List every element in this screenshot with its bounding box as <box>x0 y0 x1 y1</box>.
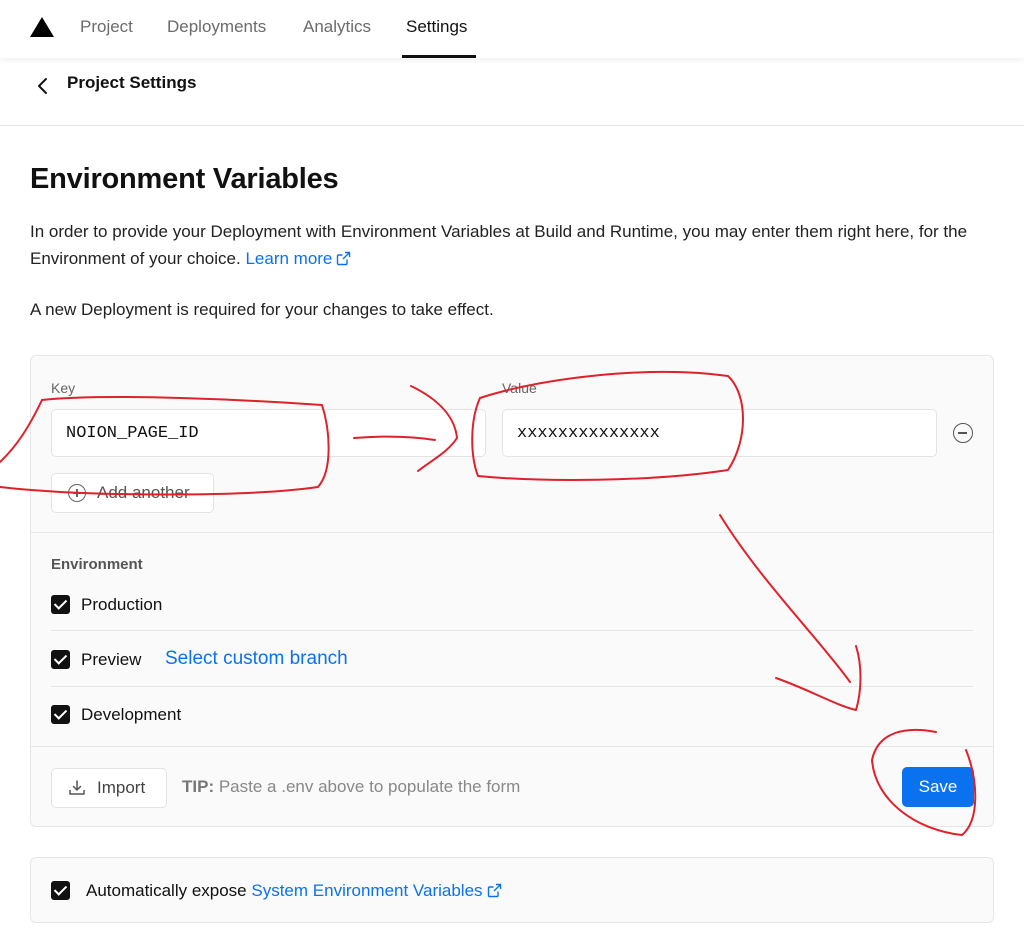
minus-circle-icon[interactable] <box>953 423 973 443</box>
development-checkbox[interactable] <box>51 705 70 724</box>
development-label: Development <box>81 705 182 724</box>
vercel-logo-icon[interactable] <box>30 17 54 37</box>
plus-circle-icon <box>68 484 86 502</box>
environment-heading: Environment <box>51 556 143 573</box>
redeploy-note: A new Deployment is required for your ch… <box>30 300 494 319</box>
production-label: Production <box>81 595 163 614</box>
env-var-form: Key Value Add another Environment Produc… <box>30 355 994 827</box>
add-another-label: Add another <box>97 483 190 502</box>
tab-deployments[interactable]: Deployments <box>167 17 266 37</box>
tip-text: TIP: Paste a .env above to populate the … <box>182 777 521 796</box>
import-label: Import <box>97 778 146 797</box>
select-custom-branch-link[interactable]: Select custom branch <box>165 648 348 670</box>
expose-system-vars-checkbox[interactable] <box>51 881 70 900</box>
tab-settings[interactable]: Settings <box>406 17 467 37</box>
external-link-icon <box>487 883 501 898</box>
import-icon <box>69 780 85 795</box>
production-checkbox[interactable] <box>51 595 70 614</box>
chevron-left-icon[interactable] <box>36 75 50 97</box>
key-input[interactable] <box>51 409 486 457</box>
expose-system-vars-text: Automatically expose System Environment … <box>86 881 502 901</box>
system-env-vars-link[interactable]: System Environment Variables <box>251 881 501 900</box>
tab-analytics[interactable]: Analytics <box>303 17 371 37</box>
divider <box>51 630 973 631</box>
description-text: In order to provide your Deployment with… <box>30 222 968 268</box>
divider <box>31 532 993 533</box>
divider <box>31 746 993 747</box>
preview-label: Preview <box>81 650 142 669</box>
external-link-icon <box>337 251 351 266</box>
value-label: Value <box>502 380 537 396</box>
preview-checkbox[interactable] <box>51 650 70 669</box>
import-button[interactable]: Import <box>51 768 167 808</box>
save-button[interactable]: Save <box>902 767 974 807</box>
section-title: Environment Variables <box>30 163 339 195</box>
add-another-button[interactable]: Add another <box>51 473 214 513</box>
learn-more-link[interactable]: Learn more <box>245 249 351 268</box>
subheader: Project Settings <box>0 58 1024 126</box>
tab-project[interactable]: Project <box>80 17 133 37</box>
top-nav: Project Deployments Analytics Settings <box>0 0 1024 58</box>
page-title: Project Settings <box>67 73 197 92</box>
section-description: In order to provide your Deployment with… <box>30 218 1000 272</box>
divider <box>51 686 973 687</box>
key-label: Key <box>51 380 76 396</box>
value-input[interactable] <box>502 409 937 457</box>
system-env-card: Automatically expose System Environment … <box>30 857 994 923</box>
